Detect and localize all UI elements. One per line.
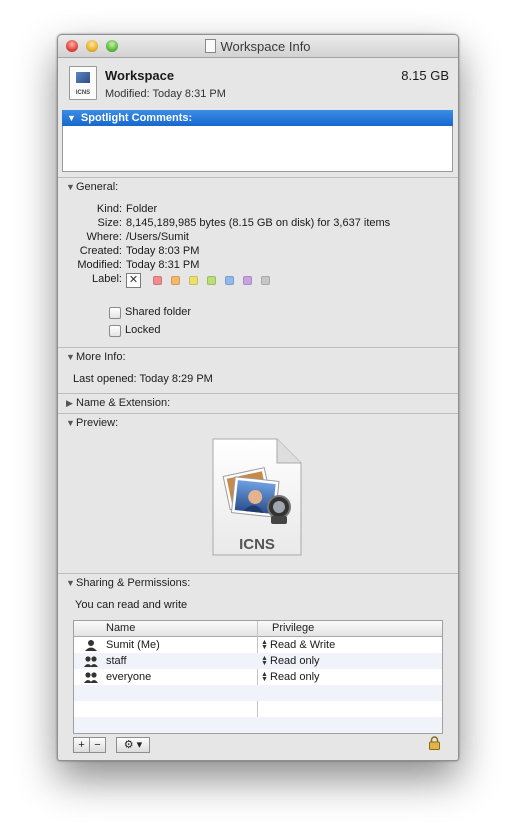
column-name-label: Name [106, 622, 136, 634]
divider [58, 573, 458, 574]
name-extension-section-header[interactable]: ▶ Name & Extension: [66, 397, 170, 409]
modified-row: Modified: Today 8:31 PM [58, 259, 458, 273]
kind-row: Kind: Folder [58, 203, 458, 217]
size-value: 8,145,189,985 bytes (8.15 GB on disk) fo… [126, 217, 391, 229]
privilege-popup[interactable]: Read only [270, 653, 320, 669]
file-icon-label: ICNS [75, 90, 91, 96]
label-orange-swatch[interactable] [171, 276, 180, 285]
disclosure-open-icon: ▼ [66, 418, 75, 428]
size-row: Size: 8,145,189,985 bytes (8.15 GB on di… [58, 217, 458, 231]
everyone-icon [84, 672, 98, 683]
label-yellow-swatch[interactable] [189, 276, 198, 285]
disclosure-open-icon: ▼ [66, 182, 75, 192]
general-section-header[interactable]: ▼General: [66, 181, 118, 193]
where-value: /Users/Sumit [126, 231, 189, 243]
column-header-name[interactable]: Name [74, 621, 257, 637]
add-user-button[interactable]: + [73, 737, 90, 753]
disclosure-closed-icon: ▶ [66, 398, 73, 408]
name-extension-label: Name & Extension: [76, 397, 171, 409]
remove-user-button[interactable]: − [89, 737, 106, 753]
label-gray-swatch[interactable] [261, 276, 270, 285]
divider [58, 393, 458, 394]
size-key: Size: [97, 217, 122, 229]
shared-folder-checkbox[interactable] [109, 307, 121, 319]
group-name: staff [106, 655, 127, 667]
info-header: ICNS Workspace 8.15 GB Modified: Today 8… [58, 58, 458, 116]
where-row: Where: /Users/Sumit [58, 231, 458, 245]
empty-row [74, 685, 442, 701]
more-info-section-header[interactable]: ▼More Info: [66, 351, 126, 363]
icns-preview: ICNS [211, 437, 303, 557]
icns-preview-label: ICNS [239, 536, 275, 553]
locked-checkbox[interactable] [109, 325, 121, 337]
user-name: Sumit (Me) [106, 639, 160, 651]
lock-icon[interactable] [429, 736, 440, 750]
group-icon [84, 656, 98, 667]
locked-label: Locked [125, 324, 161, 336]
divider [58, 347, 458, 348]
created-row: Created: Today 8:03 PM [58, 245, 458, 259]
more-info-label: More Info: [76, 351, 126, 363]
label-red-swatch[interactable] [153, 276, 162, 285]
item-modified: Modified: Today 8:31 PM [105, 88, 226, 100]
info-window: Workspace Info ICNS Workspace 8.15 GB Mo… [57, 34, 459, 761]
preview-section-header[interactable]: ▼Preview: [66, 417, 118, 429]
disclosure-open-icon: ▼ [67, 113, 76, 123]
icns-document-icon: ICNS [212, 438, 302, 556]
divider [58, 177, 458, 178]
sharing-section-header[interactable]: ▼Sharing & Permissions: [66, 577, 190, 589]
permissions-table: Name Privilege Sumit (Me) ▲ ▼ Read & Writ… [73, 620, 443, 734]
document-icon [205, 39, 217, 53]
modified-value: Today 8:31 PM [126, 259, 200, 271]
privilege-popup[interactable]: Read only [270, 669, 320, 685]
label-row: Label: ✕ [58, 273, 458, 289]
privilege-popup[interactable]: Read & Write [270, 637, 335, 653]
column-header-privilege[interactable]: Privilege [258, 621, 442, 637]
single-user-icon [85, 640, 97, 651]
item-size: 8.15 GB [401, 68, 449, 83]
label-green-swatch[interactable] [207, 276, 216, 285]
label-purple-swatch[interactable] [243, 276, 252, 285]
disclosure-open-icon: ▼ [66, 578, 75, 588]
created-value: Today 8:03 PM [126, 245, 200, 257]
stepper-arrows-icon[interactable]: ▲ ▼ [261, 639, 268, 651]
divider [58, 413, 458, 414]
disclosure-open-icon: ▼ [66, 352, 75, 362]
item-name: Workspace [105, 68, 175, 83]
column-privilege-label: Privilege [272, 622, 315, 634]
permission-status: You can read and write [75, 599, 188, 611]
label-none-button[interactable]: ✕ [126, 273, 141, 288]
label-blue-swatch[interactable] [225, 276, 234, 285]
window-title-text: Workspace Info [220, 39, 311, 54]
modified-key: Modified: [77, 259, 122, 271]
label-key: Label: [92, 273, 122, 285]
created-key: Created: [79, 245, 122, 257]
kind-key: Kind: [96, 203, 122, 215]
empty-row [74, 701, 442, 717]
spotlight-comments-label: Spotlight Comments: [80, 112, 193, 124]
file-icon-picture [75, 71, 91, 84]
general-label: General: [76, 181, 119, 193]
table-row[interactable]: staff ▲ ▼ Read only [74, 653, 442, 669]
window-title: Workspace Info [58, 39, 458, 54]
shared-folder-label: Shared folder [125, 306, 192, 318]
kind-value: Folder [126, 203, 158, 215]
stepper-arrows-icon[interactable]: ▲ ▼ [261, 655, 268, 667]
where-key: Where: [86, 231, 122, 243]
spotlight-comments-field[interactable] [62, 126, 453, 172]
preview-label: Preview: [76, 417, 119, 429]
sharing-label: Sharing & Permissions: [76, 577, 191, 589]
everyone-name: everyone [106, 671, 152, 683]
spotlight-comments-header[interactable]: ▼ Spotlight Comments: [62, 110, 453, 126]
table-row[interactable]: Sumit (Me) ▲ ▼ Read & Write [74, 637, 442, 653]
title-bar[interactable]: Workspace Info [58, 35, 458, 58]
file-icon: ICNS [69, 66, 97, 100]
last-opened: Last opened: Today 8:29 PM [73, 373, 213, 385]
action-menu-button[interactable]: ⚙ ▾ [116, 737, 150, 753]
empty-row [74, 717, 442, 733]
stepper-arrows-icon[interactable]: ▲ ▼ [261, 671, 268, 683]
table-row[interactable]: everyone ▲ ▼ Read only [74, 669, 442, 685]
